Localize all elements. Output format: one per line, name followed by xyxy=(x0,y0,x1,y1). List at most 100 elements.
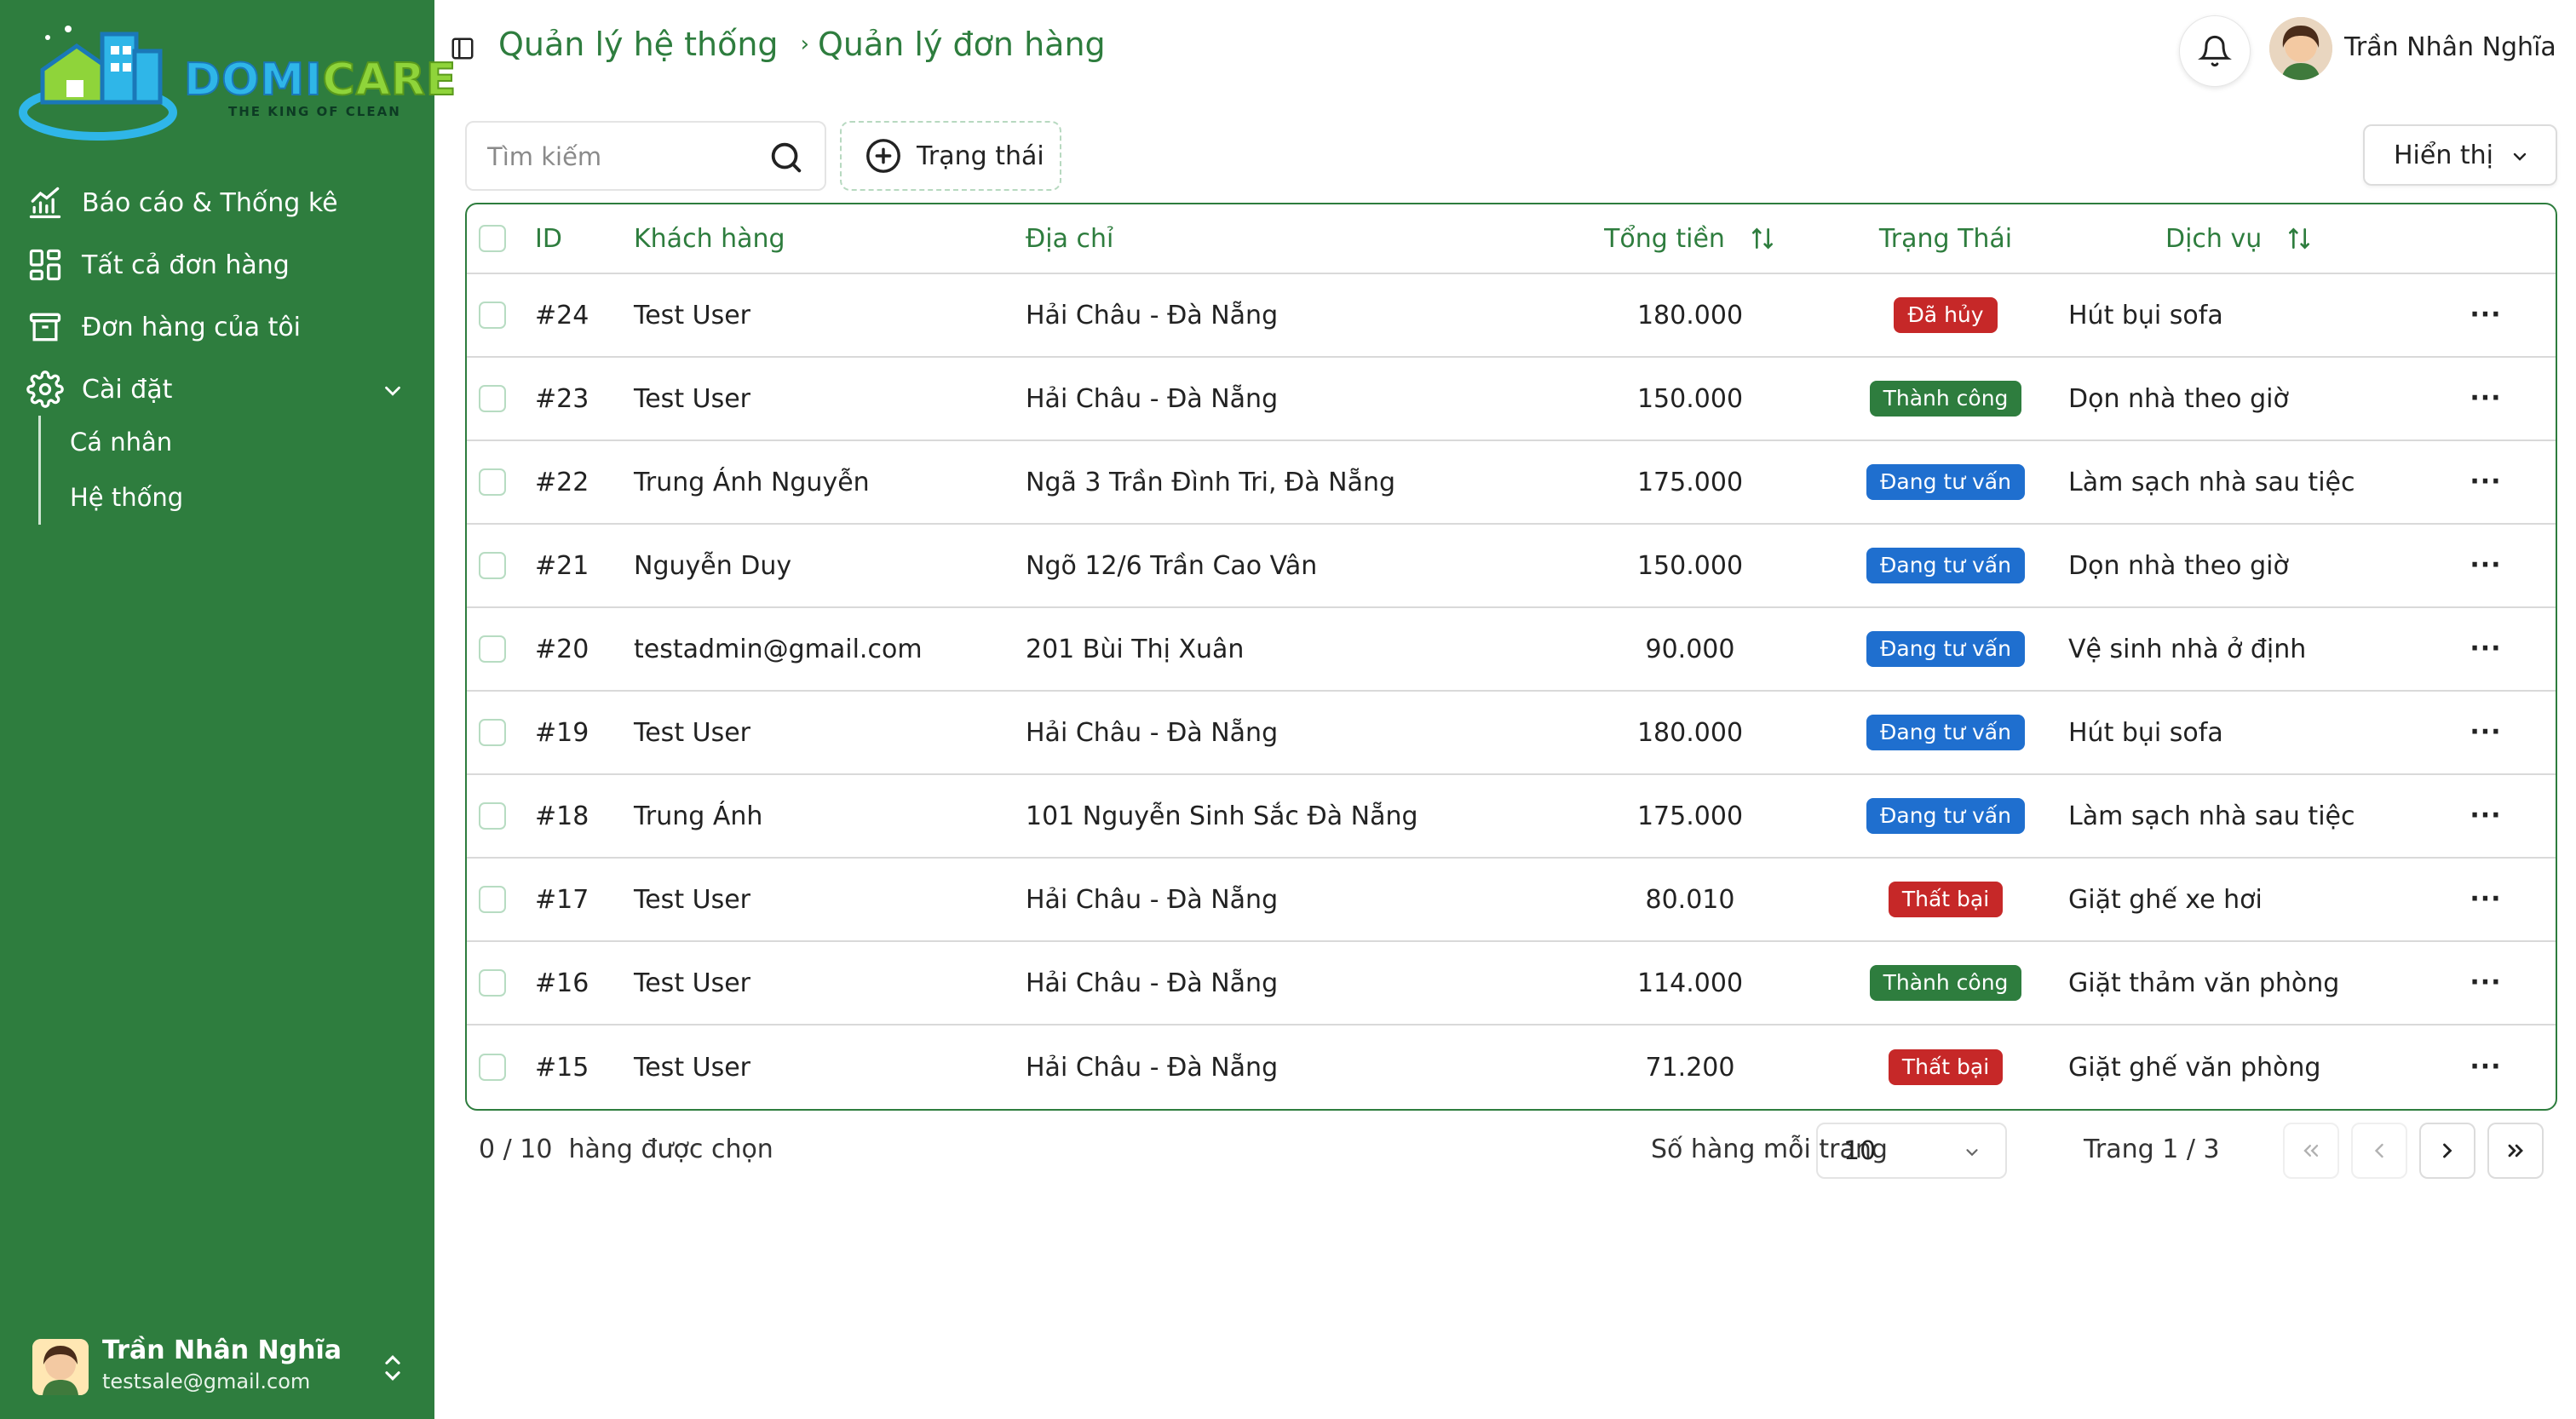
order-address: Hải Châu - Đà Nẵng xyxy=(1026,300,1279,330)
sort-icon[interactable] xyxy=(1749,225,1776,252)
row-actions-button[interactable]: ··· xyxy=(2452,775,2520,857)
order-total: 180.000 xyxy=(1636,717,1744,748)
column-header-status: Trạng Thái xyxy=(1878,223,2013,254)
table-header: ID Khách hàng Địa chỉ Tổng tiền Trạng Th… xyxy=(467,204,2556,274)
column-header-service[interactable]: Dịch vụ xyxy=(2165,204,2313,273)
order-total: 175.000 xyxy=(1636,467,1744,497)
row-actions-button[interactable]: ··· xyxy=(2452,859,2520,940)
sidebar-subitem-personal[interactable]: Cá nhân xyxy=(70,428,172,457)
header-user-name[interactable]: Trần Nhân Nghĩa xyxy=(2344,32,2556,62)
row-checkbox[interactable] xyxy=(479,552,506,579)
order-service: Giặt thảm văn phòng xyxy=(2068,968,2340,998)
sidebar-item-reports[interactable]: Báo cáo & Thống kê xyxy=(26,179,338,227)
sidebar-item-my-orders[interactable]: Đơn hàng của tôi xyxy=(26,303,301,351)
column-header-total[interactable]: Tổng tiền xyxy=(1562,204,1818,273)
order-total: 114.000 xyxy=(1636,968,1744,998)
breadcrumb-item-system[interactable]: Quản lý hệ thống xyxy=(498,26,779,63)
rows-per-page-select[interactable]: 10 xyxy=(1816,1123,2007,1179)
customer-name: testadmin@gmail.com xyxy=(634,634,923,664)
column-header-id: ID xyxy=(535,223,562,254)
sidebar-item-settings[interactable]: Cài đặt xyxy=(26,365,172,413)
row-actions-button[interactable]: ··· xyxy=(2452,608,2520,690)
chart-line-icon xyxy=(26,183,65,222)
order-service: Giặt ghế văn phòng xyxy=(2068,1052,2321,1083)
row-actions-button[interactable]: ··· xyxy=(2452,441,2520,523)
customer-name: Test User xyxy=(634,383,750,414)
table-row[interactable]: #19 Test User Hải Châu - Đà Nẵng 180.000 Đan… xyxy=(467,692,2556,775)
row-actions-button[interactable]: ··· xyxy=(2452,358,2520,439)
status-cell: Đang tư vấn xyxy=(1818,525,2073,606)
sidebar-item-all-orders[interactable]: Tất cả đơn hàng xyxy=(26,241,290,289)
first-page-button[interactable] xyxy=(2283,1123,2339,1179)
row-checkbox[interactable] xyxy=(479,302,506,329)
sidebar-toggle-icon[interactable] xyxy=(450,36,475,61)
order-id: #15 xyxy=(535,1052,589,1083)
breadcrumb: Quản lý hệ thống › Quản lý đơn hàng xyxy=(498,26,1106,63)
row-checkbox[interactable] xyxy=(479,969,506,997)
table-row[interactable]: #16 Test User Hải Châu - Đà Nẵng 114.000 Thà… xyxy=(467,942,2556,1025)
row-actions-button[interactable]: ··· xyxy=(2452,274,2520,356)
house-logo-icon xyxy=(19,26,177,141)
row-actions-button[interactable]: ··· xyxy=(2452,692,2520,773)
row-checkbox[interactable] xyxy=(479,886,506,913)
status-badge: Thất bại xyxy=(1888,882,2004,917)
order-id: #22 xyxy=(535,467,589,497)
previous-page-button[interactable] xyxy=(2351,1123,2407,1179)
order-service: Hút bụi sofa xyxy=(2068,717,2223,748)
row-actions-button[interactable]: ··· xyxy=(2452,942,2520,1024)
breadcrumb-separator-icon: › xyxy=(800,32,809,57)
table-row[interactable]: #17 Test User Hải Châu - Đà Nẵng 80.010 Thất… xyxy=(467,859,2556,942)
row-checkbox[interactable] xyxy=(479,468,506,496)
sidebar-subitem-system[interactable]: Hệ thống xyxy=(70,483,183,512)
view-options-button[interactable]: Hiển thị xyxy=(2363,124,2557,186)
row-checkbox[interactable] xyxy=(479,1054,506,1081)
order-address: 101 Nguyễn Sinh Sắc Đà Nẵng xyxy=(1026,801,1418,831)
chevron-right-icon xyxy=(2443,1143,2452,1158)
table-row[interactable]: #15 Test User Hải Châu - Đà Nẵng 71.200 Thất… xyxy=(467,1025,2556,1109)
more-horizontal-icon: ··· xyxy=(2470,550,2502,580)
row-checkbox[interactable] xyxy=(479,385,506,412)
chevron-down-icon[interactable] xyxy=(380,378,405,404)
sidebar-user-menu[interactable]: Trần Nhân Nghĩa testsale@gmail.com xyxy=(32,1336,407,1399)
order-id: #19 xyxy=(535,717,589,748)
customer-name: Trung Ánh xyxy=(634,801,763,831)
avatar xyxy=(32,1339,89,1395)
row-actions-button[interactable]: ··· xyxy=(2452,1025,2520,1109)
table-row[interactable]: #22 Trung Ánh Nguyễn Ngã 3 Trần Đình Tri, … xyxy=(467,441,2556,525)
customer-name: Test User xyxy=(634,300,750,330)
order-address: Hải Châu - Đà Nẵng xyxy=(1026,968,1279,998)
sort-icon[interactable] xyxy=(2286,225,2313,252)
table-row[interactable]: #18 Trung Ánh 101 Nguyễn Sinh Sắc Đà Nẵng 1… xyxy=(467,775,2556,859)
customer-name: Nguyễn Duy xyxy=(634,550,792,581)
order-total: 71.200 xyxy=(1645,1052,1735,1083)
order-total: 180.000 xyxy=(1636,300,1744,330)
more-horizontal-icon: ··· xyxy=(2470,968,2502,997)
chevrons-up-down-icon xyxy=(385,1355,400,1381)
brand-logo[interactable]: DOMICARE THE KING OF CLEAN xyxy=(17,17,457,145)
order-address: Hải Châu - Đà Nẵng xyxy=(1026,383,1279,414)
customer-name: Test User xyxy=(634,884,750,915)
order-address: Ngõ 12/6 Trần Cao Vân xyxy=(1026,550,1318,581)
status-cell: Đang tư vấn xyxy=(1818,692,2073,773)
status-badge: Đã hủy xyxy=(1894,297,1998,333)
search-input[interactable] xyxy=(487,138,760,175)
notifications-button[interactable] xyxy=(2179,15,2251,87)
avatar[interactable] xyxy=(2269,17,2332,80)
order-id: #21 xyxy=(535,550,589,581)
last-page-button[interactable] xyxy=(2487,1123,2544,1179)
row-checkbox[interactable] xyxy=(479,802,506,830)
table-row[interactable]: #21 Nguyễn Duy Ngõ 12/6 Trần Cao Vân 150.00… xyxy=(467,525,2556,608)
status-badge: Đang tư vấn xyxy=(1866,715,2025,750)
next-page-button[interactable] xyxy=(2419,1123,2475,1179)
order-total: 80.010 xyxy=(1645,884,1735,915)
row-checkbox[interactable] xyxy=(479,635,506,663)
row-actions-button[interactable]: ··· xyxy=(2452,525,2520,606)
plus-circle-icon xyxy=(866,139,900,173)
search-icon[interactable] xyxy=(767,138,806,177)
select-all-checkbox[interactable] xyxy=(479,225,506,252)
table-row[interactable]: #23 Test User Hải Châu - Đà Nẵng 150.000 Thà… xyxy=(467,358,2556,441)
row-checkbox[interactable] xyxy=(479,719,506,746)
table-row[interactable]: #20 testadmin@gmail.com 201 Bùi Thị Xuân 90… xyxy=(467,608,2556,692)
table-row[interactable]: #24 Test User Hải Châu - Đà Nẵng 180.000 Đã … xyxy=(467,274,2556,358)
status-filter-button[interactable]: Trạng thái xyxy=(840,121,1061,191)
